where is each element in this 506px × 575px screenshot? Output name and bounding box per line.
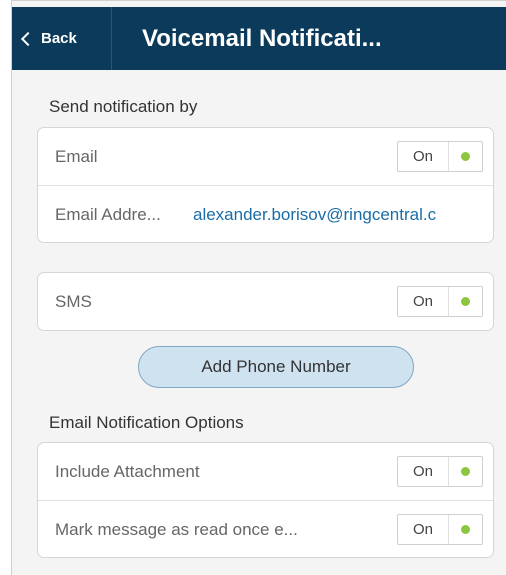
status-dot-icon bbox=[461, 467, 470, 476]
email-card: Email On Email Addre... alexander.boriso… bbox=[37, 127, 494, 243]
email-options-card: Include Attachment On Mark message as re… bbox=[37, 442, 494, 558]
settings-panel: Back Voicemail Notificati... Send notifi… bbox=[11, 0, 506, 575]
email-address-row[interactable]: Email Addre... alexander.borisov@ringcen… bbox=[38, 185, 493, 243]
sms-row: SMS On bbox=[38, 273, 493, 330]
email-toggle-state: On bbox=[398, 142, 449, 171]
sms-label: SMS bbox=[55, 292, 92, 311]
status-dot-icon bbox=[461, 297, 470, 306]
chevron-left-icon bbox=[20, 31, 36, 46]
email-label: Email bbox=[55, 147, 98, 166]
back-label: Back bbox=[41, 30, 77, 47]
include-attachment-label: Include Attachment bbox=[55, 462, 200, 481]
mark-read-label: Mark message as read once e... bbox=[55, 520, 298, 539]
mark-read-row: Mark message as read once e... On bbox=[38, 500, 493, 558]
top-bar: Back Voicemail Notificati... bbox=[12, 7, 506, 70]
send-notification-heading: Send notification by bbox=[49, 97, 198, 116]
mark-read-toggle[interactable]: On bbox=[397, 514, 483, 545]
email-toggle[interactable]: On bbox=[397, 141, 483, 172]
sms-toggle-state: On bbox=[398, 287, 449, 316]
email-options-heading: Email Notification Options bbox=[49, 413, 244, 432]
sms-card: SMS On bbox=[37, 272, 494, 331]
include-attachment-toggle[interactable]: On bbox=[397, 456, 483, 487]
mark-read-toggle-state: On bbox=[398, 515, 449, 544]
email-toggle-indicator bbox=[449, 142, 482, 171]
email-row: Email On bbox=[38, 128, 493, 185]
page-title: Voicemail Notificati... bbox=[142, 25, 382, 52]
include-attachment-toggle-state: On bbox=[398, 457, 449, 486]
include-attachment-indicator bbox=[449, 457, 482, 486]
status-dot-icon bbox=[461, 152, 470, 161]
status-dot-icon bbox=[461, 525, 470, 534]
sms-toggle-indicator bbox=[449, 287, 482, 316]
include-attachment-row: Include Attachment On bbox=[38, 443, 493, 500]
sms-toggle[interactable]: On bbox=[397, 286, 483, 317]
email-address-label: Email Addre... bbox=[55, 205, 161, 224]
add-phone-number-button[interactable]: Add Phone Number bbox=[138, 346, 414, 388]
back-button[interactable]: Back bbox=[12, 7, 112, 70]
email-address-value[interactable]: alexander.borisov@ringcentral.c bbox=[193, 186, 493, 243]
mark-read-indicator bbox=[449, 515, 482, 544]
